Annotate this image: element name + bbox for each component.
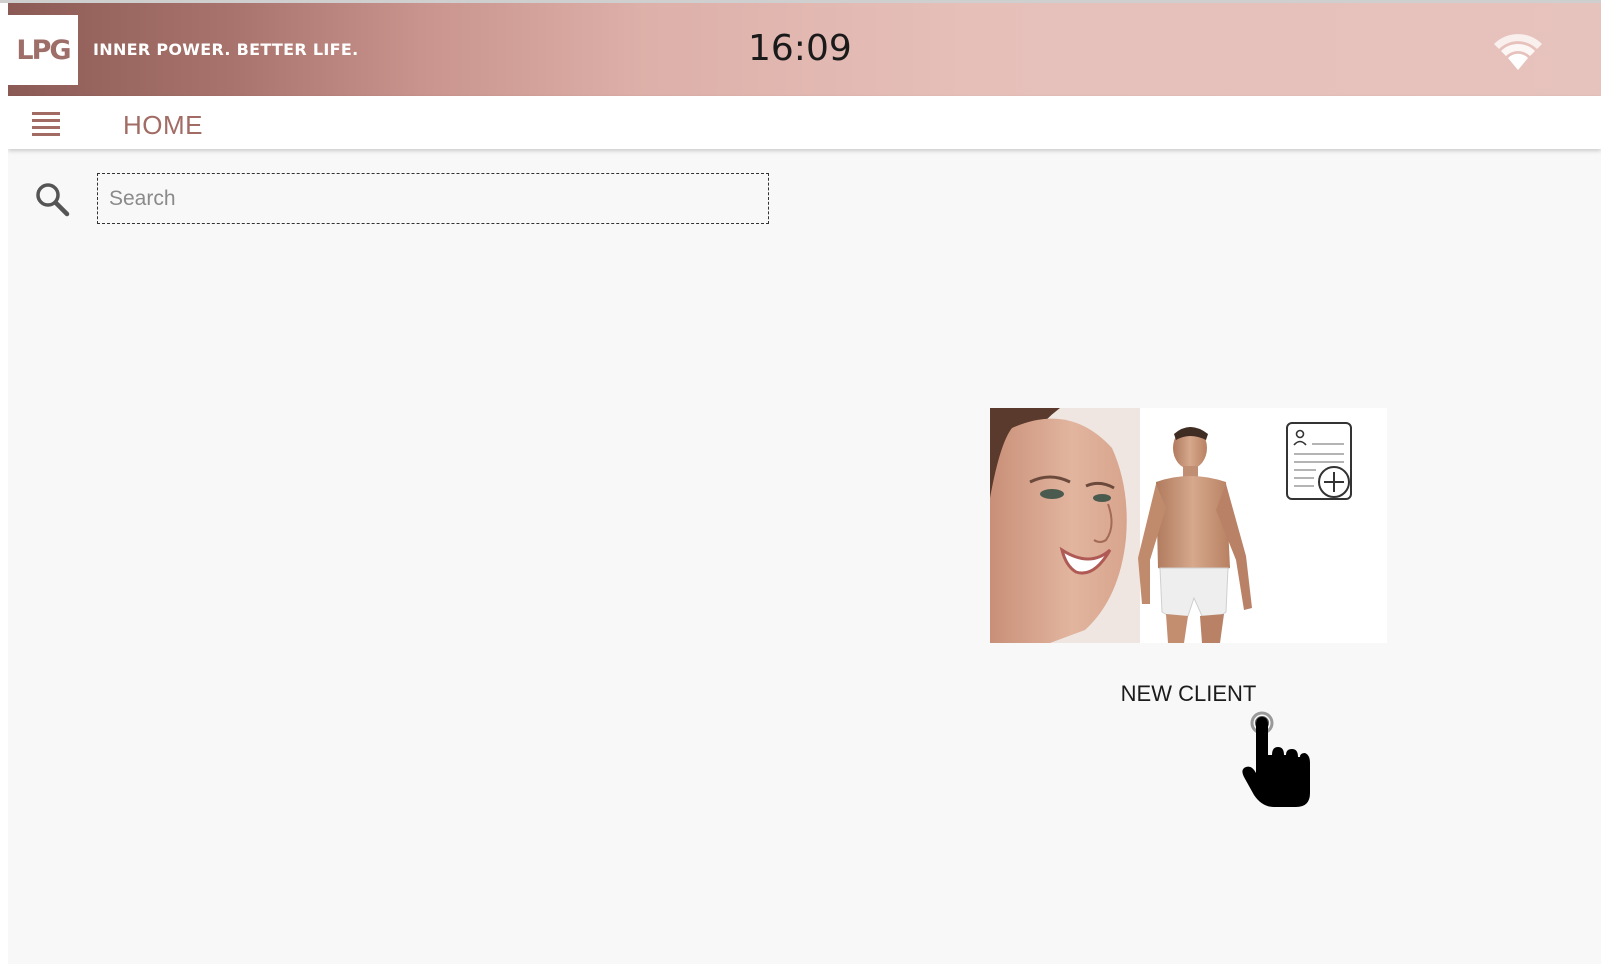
search-input[interactable]: [97, 173, 769, 224]
page-title: HOME: [123, 110, 203, 140]
brand-tagline: INNER POWER. BETTER LIFE.: [93, 40, 359, 59]
app-bar: HOME: [8, 96, 1601, 149]
logo-text: LPG: [16, 34, 71, 66]
brand-logo: LPG: [8, 15, 78, 85]
wifi-icon: [1494, 34, 1542, 70]
client-record-add-icon: [1286, 422, 1352, 500]
new-client-label: NEW CLIENT: [1120, 681, 1257, 706]
search-icon[interactable]: [34, 181, 70, 217]
new-client-tile[interactable]: NEW CLIENT: [990, 408, 1387, 708]
app-screen: LPG INNER POWER. BETTER LIFE. 16:09 HOME: [8, 3, 1601, 964]
tap-hand-cursor-icon: [1242, 711, 1310, 807]
clock: 16:09: [748, 28, 852, 69]
new-client-image[interactable]: [990, 408, 1387, 643]
status-bar: LPG INNER POWER. BETTER LIFE. 16:09: [8, 3, 1601, 96]
hamburger-menu-icon[interactable]: [32, 110, 60, 136]
